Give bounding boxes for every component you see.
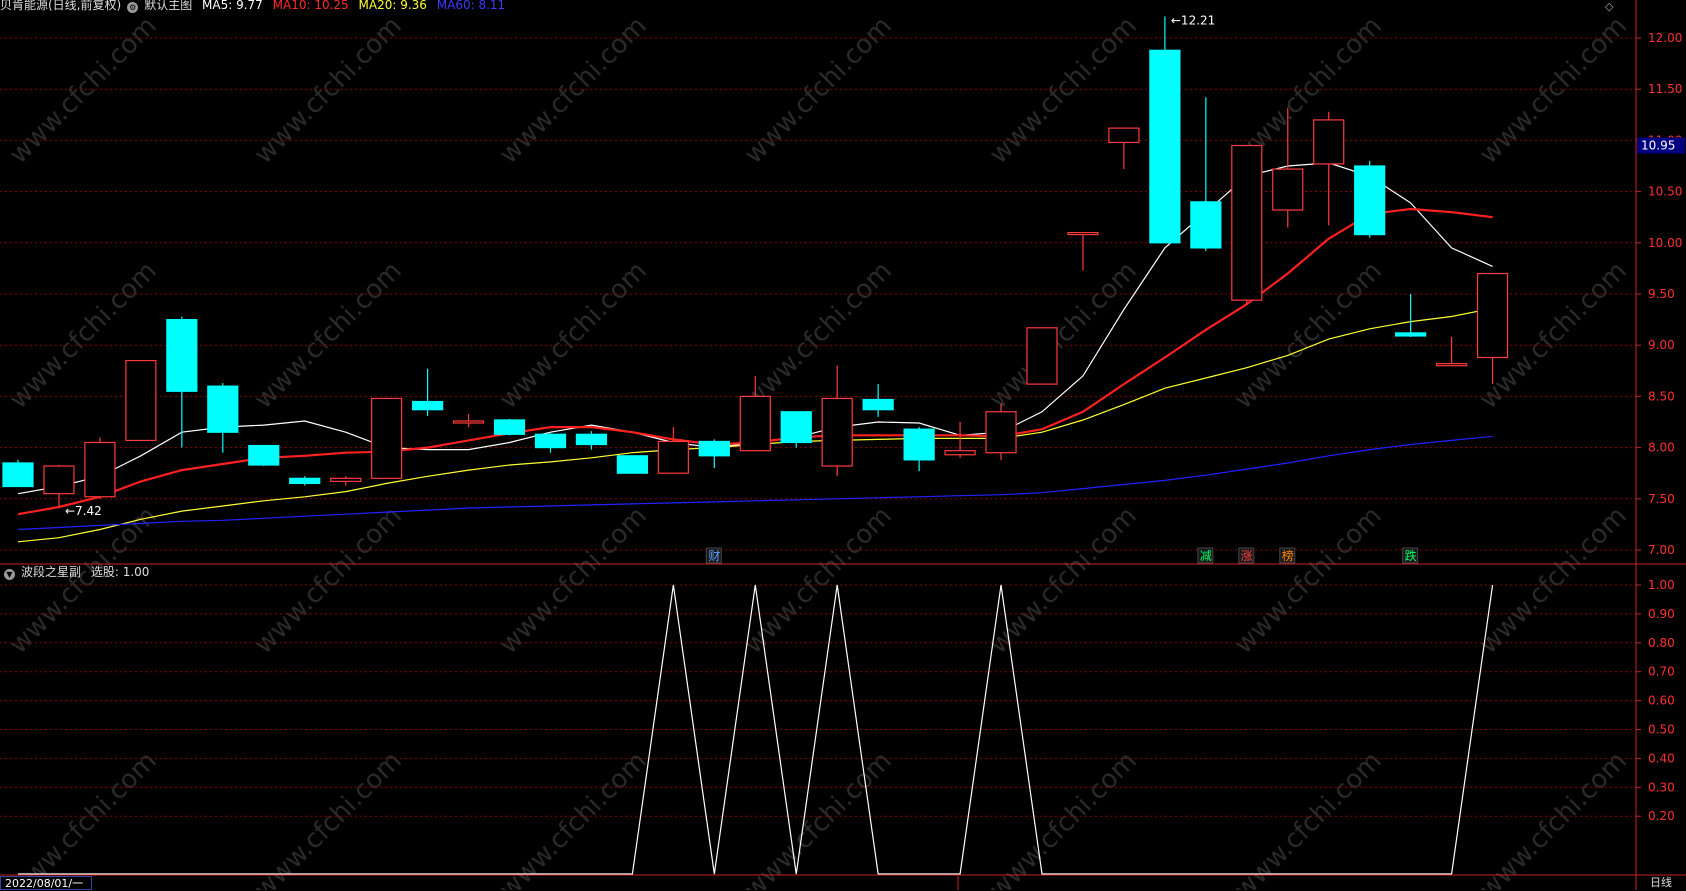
- candle-body: [944, 450, 976, 456]
- main-header: 贝肯能源(日线,前复权) ⚙ 默认主图 MA5: 9.77 MA10: 10.25 …: [0, 0, 511, 13]
- axis-tick-label: 0.90: [1648, 607, 1675, 621]
- date-label: 2022/08/01/一: [0, 876, 92, 890]
- axis-tick-label: 0.20: [1648, 809, 1675, 823]
- candle-body: [2, 462, 34, 488]
- candle-body: [780, 411, 812, 444]
- candle-body: [1067, 231, 1099, 236]
- axis-tick-label: 9.00: [1648, 338, 1675, 352]
- event-marker: 榜: [1282, 548, 1294, 563]
- candle-body: [698, 440, 730, 457]
- candle-body: [1272, 168, 1304, 211]
- axis-tick-label: 0.80: [1648, 636, 1675, 650]
- axis-tick-label: 10.00: [1648, 236, 1682, 250]
- axis-tick-label: 10.50: [1648, 185, 1682, 199]
- candle-body: [1354, 165, 1386, 236]
- candle-body: [903, 428, 935, 461]
- candle-body: [1476, 272, 1509, 359]
- axis-tick-label: 0.50: [1648, 723, 1675, 737]
- candle-body: [1313, 119, 1345, 165]
- candle-body: [1231, 144, 1263, 301]
- candle-body: [84, 441, 116, 498]
- candle-body: [657, 440, 689, 474]
- axis-tick-label: 0.30: [1648, 780, 1675, 794]
- candle-body: [1395, 332, 1427, 337]
- candle-body: [985, 411, 1017, 454]
- sub-header: ▼ 波段之星副 选股: 1.00: [4, 564, 155, 580]
- candle-body: [207, 385, 239, 433]
- current-price-label: 10.95: [1641, 139, 1675, 153]
- candle-body: [493, 419, 526, 435]
- event-marker: 减: [1200, 549, 1212, 563]
- low-price-label: ←7.42: [65, 504, 102, 518]
- candle-body: [1026, 327, 1058, 385]
- period-label[interactable]: 日线: [1636, 876, 1686, 890]
- candle-body: [862, 398, 894, 411]
- ma60-value: MA60: 8.11: [436, 0, 506, 12]
- candle-body: [534, 433, 567, 449]
- candle-body: [452, 420, 485, 424]
- candle-body: [330, 477, 362, 482]
- stock-title[interactable]: 贝肯能源(日线,前复权): [0, 0, 121, 12]
- settings-icon: ⚙: [127, 2, 139, 13]
- candle-body: [166, 319, 198, 392]
- candle-body: [248, 444, 280, 466]
- ma10-value: MA10: 10.25: [272, 0, 349, 12]
- stock-chart-canvas[interactable]: www.cfchi.com www.cfchi.com www.cfchi.com w…: [0, 0, 1686, 890]
- candle-body: [1435, 363, 1468, 367]
- axis-tick-label: 0.40: [1648, 751, 1675, 765]
- candle-body: [1149, 49, 1181, 244]
- event-marker: 跌: [1405, 548, 1417, 563]
- select-value: 选股: 1.00: [90, 565, 150, 579]
- axis-tick-label: 9.50: [1648, 287, 1675, 301]
- indicator-name[interactable]: 波段之星副: [21, 565, 81, 579]
- diamond-icon[interactable]: ◇: [1605, 0, 1613, 13]
- candle-body: [125, 359, 157, 442]
- candle-body: [1108, 127, 1140, 144]
- axis-tick-label: 11.50: [1648, 82, 1682, 96]
- axis-tick-label: 7.00: [1648, 543, 1675, 557]
- candle-body: [1190, 201, 1222, 249]
- candle-body: [289, 477, 321, 485]
- high-price-label: ←12.21: [1171, 13, 1215, 27]
- candle-body: [43, 465, 75, 495]
- candle-body: [412, 400, 444, 411]
- ma20-value: MA20: 9.36: [358, 0, 427, 12]
- ma5-value: MA5: 9.77: [202, 0, 263, 12]
- candle-body: [371, 397, 403, 479]
- event-marker: 涨: [1241, 548, 1253, 563]
- axis-tick-label: 8.00: [1648, 441, 1675, 455]
- candle-body: [616, 455, 649, 474]
- candle-body: [821, 397, 853, 467]
- axis-tick-label: 8.50: [1648, 389, 1675, 403]
- axis-tick-label: 0.60: [1648, 694, 1675, 708]
- candle-body: [739, 395, 771, 452]
- axis-tick-label: 1.00: [1648, 578, 1675, 592]
- event-marker: 财: [708, 549, 720, 563]
- axis-tick-label: 7.50: [1648, 492, 1675, 506]
- chevron-down-icon[interactable]: ▼: [4, 569, 15, 580]
- axis-tick-label: 0.70: [1648, 665, 1675, 679]
- candle-body: [575, 433, 608, 446]
- axis-tick-label: 12.00: [1648, 31, 1682, 45]
- template-label[interactable]: 默认主图: [144, 0, 192, 12]
